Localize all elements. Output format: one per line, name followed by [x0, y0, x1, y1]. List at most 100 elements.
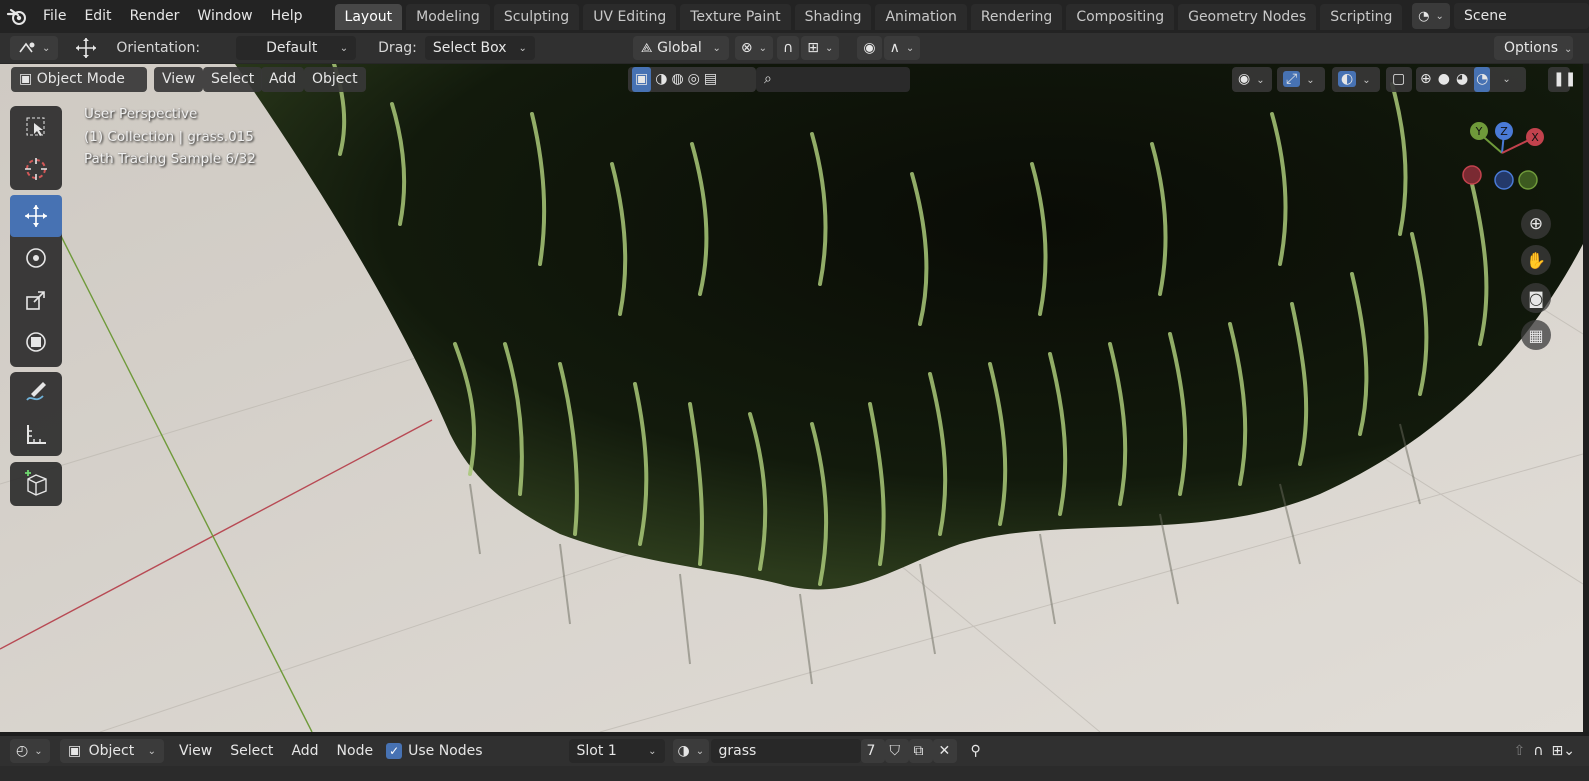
- shader-ball-icon[interactable]: ◍: [671, 67, 683, 92]
- navigation-gizmo[interactable]: Y Z X: [1462, 118, 1572, 208]
- material-browse-button[interactable]: ◑ ⌄: [672, 739, 709, 763]
- 3d-viewport[interactable]: ▣ Object Mode ⌄ View Select Add Object ▣…: [0, 64, 1583, 732]
- material-user-count[interactable]: 7: [860, 739, 885, 763]
- eye-icon: ◉: [1238, 71, 1251, 87]
- transform-icon[interactable]: [10, 321, 62, 363]
- unlink-material-button[interactable]: ✕: [932, 739, 957, 763]
- transform-pivot-button[interactable]: ⌄: [10, 36, 59, 60]
- duplicate-material-button[interactable]: ⧉: [908, 739, 933, 763]
- tab-animation[interactable]: Animation: [875, 3, 967, 30]
- snap-magnet-icon[interactable]: ∩: [1533, 743, 1543, 759]
- node-menu-add[interactable]: Add: [282, 743, 327, 759]
- menu-edit[interactable]: Edit: [75, 0, 120, 33]
- tab-compositing[interactable]: Compositing: [1066, 3, 1175, 30]
- annotate-icon[interactable]: [10, 372, 62, 414]
- node-menu-view[interactable]: View: [170, 743, 221, 759]
- pin-button[interactable]: ⚲: [971, 743, 981, 759]
- viewport-search-field[interactable]: ⌕: [756, 67, 910, 92]
- cursor-icon[interactable]: [10, 148, 62, 190]
- menu-file[interactable]: File: [34, 0, 75, 33]
- gizmo-label-y: Y: [1475, 125, 1483, 138]
- tab-texture-paint[interactable]: Texture Paint: [680, 3, 791, 30]
- tab-sculpting[interactable]: Sculpting: [493, 3, 580, 30]
- gizmo-neg-y[interactable]: [1518, 170, 1538, 190]
- rotate-icon[interactable]: [10, 237, 62, 279]
- options-dropdown[interactable]: Options ⌄: [1494, 36, 1573, 60]
- camera-view-button[interactable]: ◙: [1521, 283, 1551, 313]
- solid-shading-icon[interactable]: ●: [1438, 67, 1450, 92]
- fake-user-button[interactable]: ⛉: [884, 739, 909, 763]
- measure-icon[interactable]: [10, 414, 62, 456]
- material-shading-icon[interactable]: ◕: [1456, 67, 1468, 92]
- blender-logo-icon[interactable]: [0, 0, 34, 33]
- viewport-menu-select[interactable]: Select: [203, 67, 263, 92]
- orientation-dropdown[interactable]: Default ⌄: [236, 36, 357, 60]
- select-box-icon[interactable]: [10, 106, 62, 148]
- search-icon: ⌕: [764, 71, 772, 87]
- tab-rendering[interactable]: Rendering: [970, 3, 1063, 30]
- menu-window[interactable]: Window: [188, 0, 261, 33]
- pause-render-button[interactable]: ❚❚: [1548, 67, 1576, 92]
- scene-browse-icon[interactable]: ◔ ⌄: [1412, 3, 1450, 29]
- drag-value: Select Box: [432, 40, 507, 56]
- gizmo-toggle[interactable]: ⤢ ⌄: [1277, 67, 1325, 92]
- object-mode-icon: ▣: [19, 71, 33, 87]
- use-nodes-label: Use Nodes: [408, 743, 483, 759]
- ortho-toggle-button[interactable]: ▦: [1521, 320, 1551, 350]
- xray-toggle[interactable]: ▢: [1386, 67, 1412, 92]
- chevron-down-icon: ⌄: [648, 745, 657, 757]
- add-cube-icon[interactable]: [10, 462, 62, 504]
- collection-icon[interactable]: ▤: [704, 67, 717, 92]
- node-menu-select[interactable]: Select: [221, 743, 282, 759]
- hand-icon: ✋: [1526, 250, 1546, 270]
- slot-dropdown[interactable]: Slot 1 ⌄: [568, 739, 665, 763]
- parent-node-icon[interactable]: ⇧: [1514, 743, 1526, 759]
- material-preview-icon[interactable]: ◑: [655, 67, 667, 92]
- active-object-label: (1) Collection | grass.015: [84, 129, 254, 145]
- gizmo-neg-z[interactable]: [1494, 170, 1514, 190]
- rendered-shading-icon[interactable]: ◔: [1474, 67, 1491, 92]
- wireframe-shading-icon[interactable]: ⊕: [1420, 67, 1432, 92]
- shader-type-dropdown[interactable]: ▣ Object ⌄: [60, 739, 164, 763]
- editor-type-button[interactable]: ◴ ⌄: [10, 739, 50, 763]
- proportional-edit-toggle[interactable]: ◉: [857, 36, 882, 60]
- gizmo-neg-x[interactable]: [1462, 165, 1482, 185]
- proportional-falloff-button[interactable]: ∧ ⌄: [883, 36, 921, 60]
- snap-toggle[interactable]: ∩: [777, 36, 800, 60]
- menu-render[interactable]: Render: [121, 0, 189, 33]
- zoom-view-button[interactable]: ⊕: [1521, 209, 1551, 239]
- chevron-down-icon: ⌄: [518, 42, 527, 54]
- tab-geometry-nodes[interactable]: Geometry Nodes: [1178, 3, 1317, 30]
- material-name-field[interactable]: grass: [710, 739, 861, 763]
- object-mode-dropdown[interactable]: ▣ Object Mode ⌄: [11, 67, 147, 111]
- move-icon[interactable]: [10, 195, 62, 237]
- use-nodes-toggle[interactable]: ✓ Use Nodes: [386, 743, 483, 759]
- pan-view-button[interactable]: ✋: [1521, 245, 1551, 275]
- menu-help[interactable]: Help: [262, 0, 312, 33]
- overlay-toggle[interactable]: ◐ ⌄: [1332, 67, 1380, 92]
- snap-options-icon[interactable]: ⊞⌄: [1552, 743, 1575, 759]
- tab-scripting[interactable]: Scripting: [1320, 3, 1403, 30]
- gizmo-label-x: X: [1531, 131, 1539, 144]
- tab-uv-editing[interactable]: UV Editing: [583, 3, 677, 30]
- viewport-menu-object[interactable]: Object: [304, 67, 366, 92]
- viewport-menu-view[interactable]: View: [154, 67, 204, 92]
- select-visible-icon[interactable]: ▣: [632, 67, 652, 92]
- tool-settings-bar: ⌄ Orientation: Default ⌄ Drag: Select Box…: [0, 33, 1589, 64]
- visibility-toggle[interactable]: ◉ ⌄: [1232, 67, 1272, 92]
- pivot-point-button[interactable]: ⊗ ⌄: [734, 36, 773, 60]
- snap-target-button[interactable]: ⊞ ⌄: [801, 36, 840, 60]
- tab-modeling[interactable]: Modeling: [406, 3, 490, 30]
- tab-layout[interactable]: Layout: [334, 3, 403, 30]
- shading-mode-buttons: ⊕ ● ◕ ◔ ⌄: [1416, 67, 1526, 92]
- object-icon: ▣: [68, 743, 82, 759]
- node-menu-node[interactable]: Node: [328, 743, 383, 759]
- tab-shading[interactable]: Shading: [794, 3, 872, 30]
- scene-name-field[interactable]: Scene: [1454, 3, 1589, 29]
- world-icon[interactable]: ◎: [688, 67, 700, 92]
- viewport-menu-add[interactable]: Add: [261, 67, 305, 92]
- scale-icon[interactable]: [10, 279, 62, 321]
- transform-orientation-dropdown[interactable]: ⟁ Global ⌄: [632, 36, 729, 60]
- drag-dropdown[interactable]: Select Box ⌄: [424, 36, 535, 60]
- close-icon: ✕: [938, 743, 951, 759]
